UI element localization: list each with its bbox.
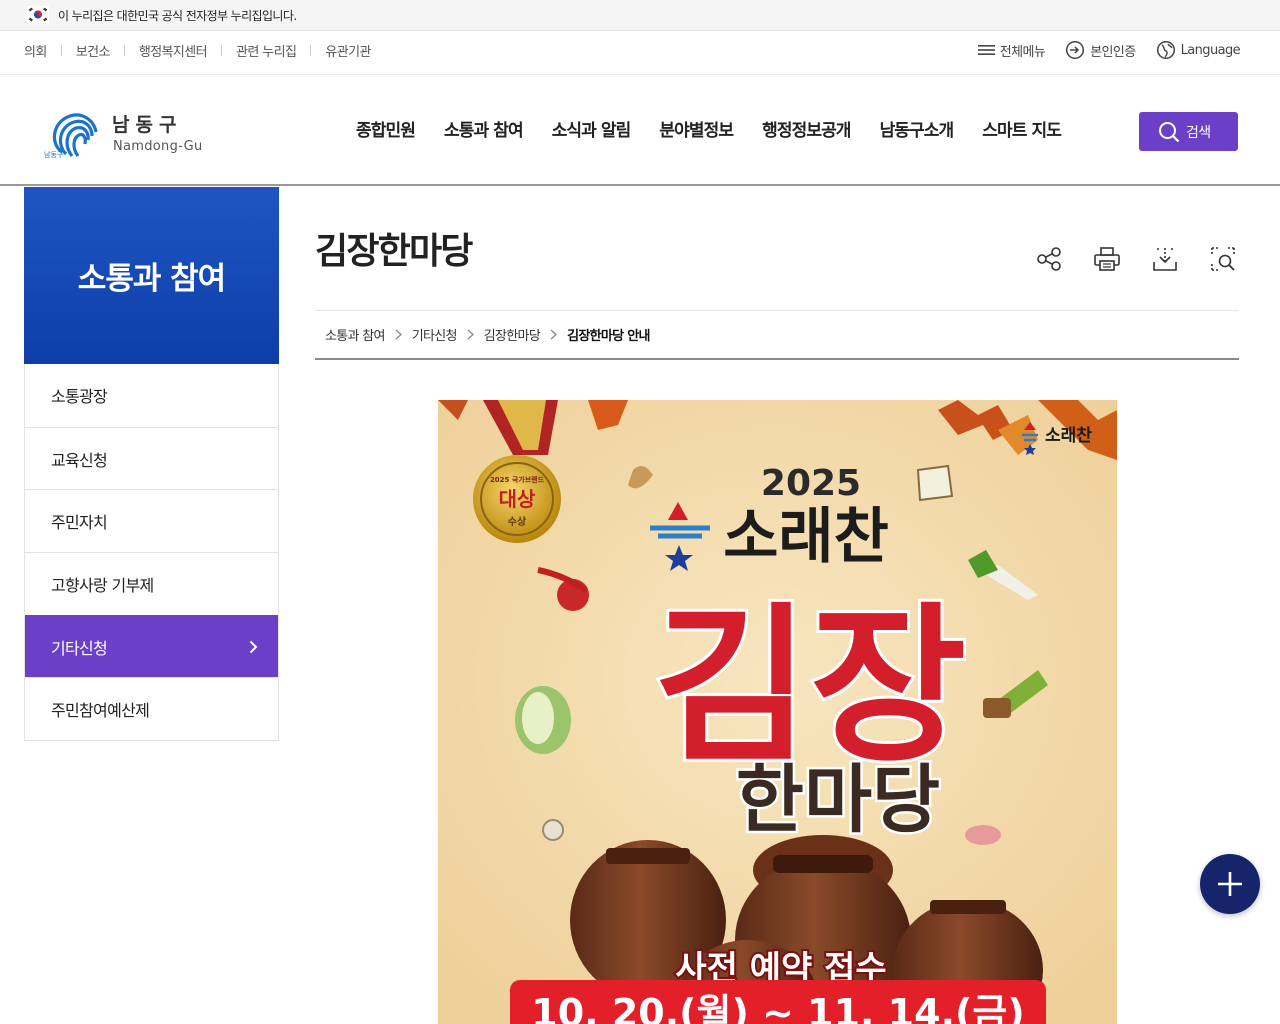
- plus-icon: [1218, 872, 1242, 896]
- auth-label: 본인인증: [1090, 44, 1136, 60]
- link-admin-welfare-center[interactable]: 행정복지센터: [139, 41, 208, 60]
- divider: [60, 45, 62, 56]
- breadcrumb-item[interactable]: 김장한마당: [484, 325, 541, 344]
- breadcrumb-current: 김장한마당 안내: [567, 328, 650, 344]
- share-icon: [1037, 247, 1061, 271]
- logo-badge-text: 남동구: [44, 150, 64, 159]
- link-related-agencies[interactable]: 유관기관: [325, 41, 371, 60]
- poster-brand: 소래찬: [723, 502, 889, 572]
- link-health-center[interactable]: 보건소: [76, 41, 111, 60]
- all-menu-label: 전체메뉴: [999, 44, 1046, 60]
- lnb-item-label: 고향사랑 기부제: [51, 575, 154, 595]
- lnb-menu: 소통광장 교육신청 주민자치 고향사랑 기부제 기타신청 주민참여예산제: [24, 364, 279, 742]
- poster-title-sub: 한마당: [736, 757, 940, 843]
- chevron-right-icon: [249, 640, 258, 653]
- gnb-news[interactable]: 소식과 알림: [552, 116, 632, 141]
- gnb-smart-map[interactable]: 스마트 지도: [982, 116, 1062, 141]
- download-button[interactable]: [1149, 243, 1181, 275]
- share-button[interactable]: [1033, 243, 1065, 275]
- gnb-admin-info[interactable]: 행정정보공개: [762, 116, 851, 141]
- hamburger-icon: [977, 45, 995, 55]
- chevron-right-icon: [395, 329, 402, 339]
- related-links: 의회 보건소 행정복지센터 관련 누리집 유관기관: [24, 41, 371, 60]
- namdong-logo-emblem: 남동구: [44, 113, 98, 159]
- gnb-civil-service[interactable]: 종합민원: [356, 116, 416, 141]
- logo-korean-name: 남동구: [112, 114, 183, 136]
- gnb-communication[interactable]: 소통과 참여: [444, 116, 524, 141]
- auth-button[interactable]: 본인인증: [1065, 40, 1136, 60]
- gov-banner-text: 이 누리집은 대한민국 공식 전자정부 누리집입니다.: [58, 9, 297, 23]
- page-title: 김장한마당: [315, 231, 473, 272]
- medal-award-text: 대상: [499, 487, 536, 511]
- poster-artwork: 소래찬 2025 국가브랜드 대상 수상 2025 소래찬 김장 한마당 사전 …: [438, 400, 1117, 1024]
- search-button[interactable]: 검색: [1139, 112, 1238, 151]
- chevron-right-icon: [467, 329, 474, 339]
- globe-icon: [1156, 40, 1175, 60]
- lnb-item-other-applications[interactable]: 기타신청: [25, 614, 278, 678]
- brand-small-text: 소래찬: [1045, 426, 1092, 446]
- lnb-item-label: 교육신청: [51, 450, 108, 470]
- lnb-title: 소통과 참여: [24, 187, 279, 364]
- breadcrumb: 소통과 참여 기타신청 김장한마당 김장한마당 안내: [315, 310, 1239, 360]
- chevron-right-icon: [550, 329, 558, 339]
- site-header: 남동구 남동구 Namdong-Gu 종합민원 소통과 참여 소식과 알림 분야…: [0, 76, 1280, 186]
- gnb-about[interactable]: 남동구소개: [880, 116, 955, 141]
- download-icon: [1153, 248, 1177, 271]
- language-button[interactable]: Language: [1156, 40, 1241, 60]
- breadcrumb-item[interactable]: 기타신청: [412, 325, 458, 344]
- login-icon: [1066, 40, 1085, 60]
- lnb-item-communication-plaza[interactable]: 소통광장: [25, 364, 278, 427]
- zoom-search-icon: [1211, 247, 1235, 271]
- kimjang-event-poster: 소래찬 2025 국가브랜드 대상 수상 2025 소래찬 김장 한마당 사전 …: [438, 400, 1117, 1024]
- lnb-item-label: 주민자치: [51, 513, 108, 533]
- lnb-item-label: 소통광장: [51, 387, 108, 407]
- lnb-item-label: 주민참여예산제: [51, 701, 150, 721]
- divider: [310, 45, 312, 56]
- divider: [123, 45, 125, 56]
- search-label: 검색: [1186, 124, 1211, 141]
- medal-top-text: 2025 국가브랜드: [490, 475, 545, 484]
- korea-flag-icon: [27, 6, 49, 23]
- medal-sub-text: 수상: [508, 515, 527, 528]
- search-icon: [1159, 121, 1180, 142]
- breadcrumb-item[interactable]: 소통과 참여: [325, 325, 385, 344]
- utility-bar: 의회 보건소 행정복지센터 관련 누리집 유관기관 전체메뉴 본인인증 Lang…: [0, 32, 1280, 75]
- lnb-item-self-government[interactable]: 주민자치: [25, 489, 278, 552]
- poster-date-text: 10. 20.(월) ~ 11. 14.(금): [531, 991, 1024, 1024]
- language-label: Language: [1180, 42, 1241, 58]
- logo-english-name: Namdong-Gu: [113, 139, 203, 154]
- link-council[interactable]: 의회: [24, 41, 47, 60]
- lnb-item-participatory-budget[interactable]: 주민참여예산제: [25, 677, 278, 740]
- poster-year: 2025: [761, 463, 861, 504]
- zoom-view-button[interactable]: [1207, 243, 1239, 275]
- lnb-item-hometown-donation[interactable]: 고향사랑 기부제: [25, 552, 278, 615]
- lnb-item-label: 기타신청: [51, 638, 108, 658]
- lnb-item-education[interactable]: 교육신청: [25, 426, 278, 490]
- gnb-field-info[interactable]: 분야별정보: [659, 116, 734, 141]
- gov-banner: 이 누리집은 대한민국 공식 전자정부 누리집입니다.: [0, 0, 1280, 31]
- all-menu-button[interactable]: 전체메뉴: [977, 41, 1046, 60]
- site-logo[interactable]: 남동구 남동구 Namdong-Gu: [42, 106, 222, 162]
- page-tools: [1033, 243, 1239, 275]
- quick-menu-button[interactable]: [1200, 854, 1260, 914]
- printer-icon: [1094, 247, 1120, 271]
- link-related-sites[interactable]: 관련 누리집: [236, 41, 297, 60]
- utility-actions: 전체메뉴 본인인증 Language: [958, 40, 1241, 60]
- divider: [221, 45, 222, 56]
- print-button[interactable]: [1091, 243, 1123, 275]
- award-medal: 2025 국가브랜드 대상 수상: [473, 455, 561, 543]
- global-nav: 종합민원 소통과 참여 소식과 알림 분야별정보 행정정보공개 남동구소개 스마…: [356, 116, 1090, 141]
